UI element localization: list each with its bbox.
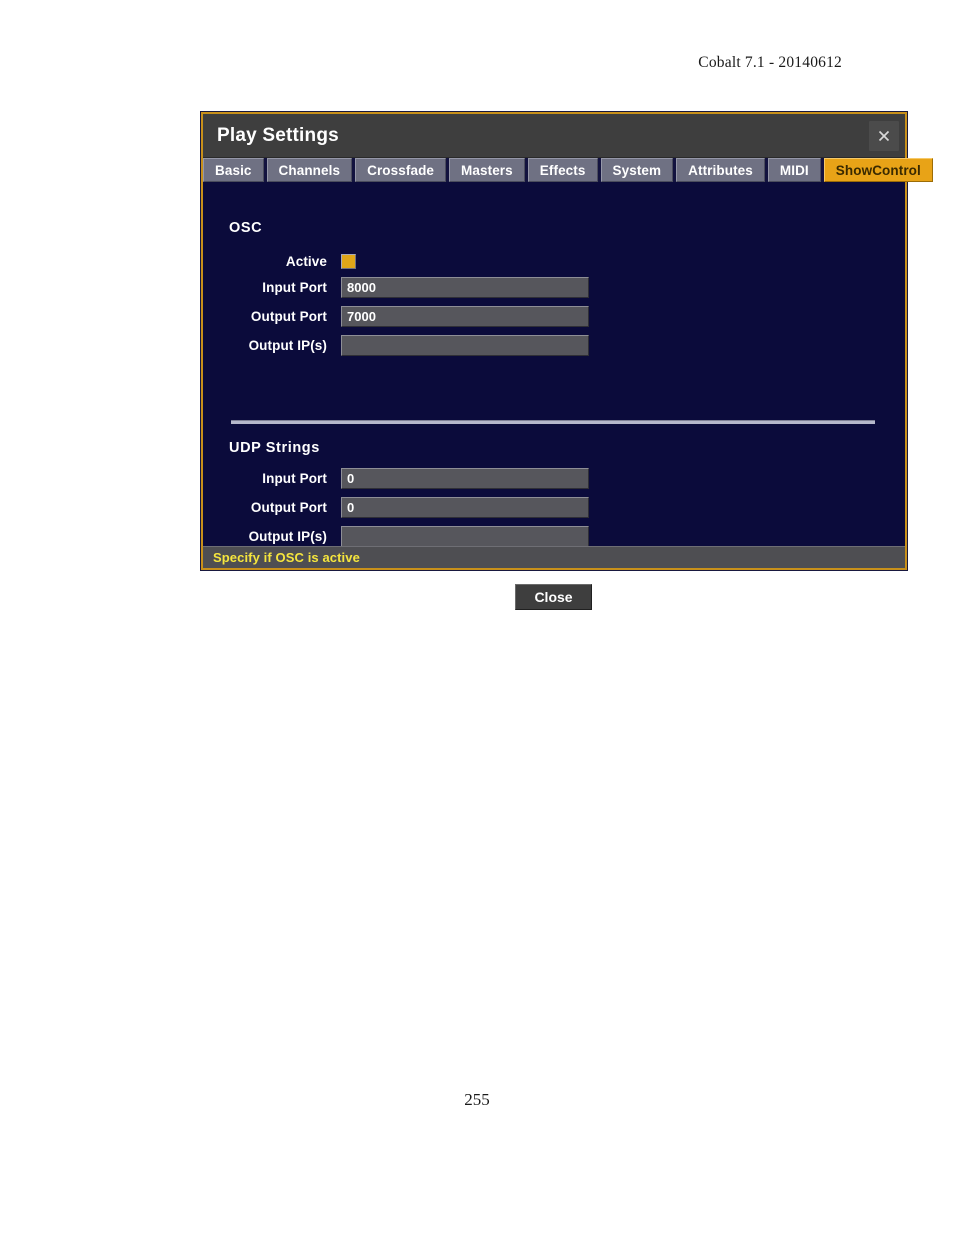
osc-output-ips-row: Output IP(s) xyxy=(213,334,589,356)
osc-section-title: OSC xyxy=(229,220,263,236)
osc-active-row: Active xyxy=(213,250,356,272)
osc-output-ips-input[interactable] xyxy=(341,334,589,356)
tab-basic[interactable]: Basic xyxy=(203,158,264,182)
page-number: 255 xyxy=(464,1090,490,1109)
udp-section-title: UDP Strings xyxy=(229,440,320,456)
tab-masters[interactable]: Masters xyxy=(449,158,525,182)
udp-output-ips-row: Output IP(s) xyxy=(213,525,589,547)
udp-output-port-label: Output Port xyxy=(250,499,327,515)
dialog-titlebar: Play Settings xyxy=(203,114,905,158)
osc-input-port-row: Input Port 8000 xyxy=(213,276,589,298)
status-bar: Specify if OSC is active xyxy=(203,546,905,568)
dialog-title: Play Settings xyxy=(217,124,339,146)
udp-input-port-row: Input Port 0 xyxy=(213,467,589,489)
osc-output-port-input[interactable]: 7000 xyxy=(341,305,589,327)
osc-input-port-label: Input Port xyxy=(262,279,327,295)
section-divider xyxy=(231,420,875,424)
tab-effects[interactable]: Effects xyxy=(527,158,598,182)
tab-strip: Basic Channels Crossfade Masters Effects… xyxy=(203,158,933,182)
tab-attributes[interactable]: Attributes xyxy=(676,158,765,182)
document-header: Cobalt 7.1 - 20140612 xyxy=(698,54,842,71)
osc-output-port-row: Output Port 7000 xyxy=(213,305,589,327)
osc-active-label: Active xyxy=(285,253,327,269)
udp-output-ips-label: Output IP(s) xyxy=(248,528,327,544)
tab-midi[interactable]: MIDI xyxy=(767,158,821,182)
close-x-icon[interactable] xyxy=(869,120,899,151)
tab-crossfade[interactable]: Crossfade xyxy=(355,158,447,182)
udp-output-ips-input[interactable] xyxy=(341,525,589,547)
status-bar-text: Specify if OSC is active xyxy=(213,550,360,565)
dialog-body: OSC Active Input Port 8000 Output Port 7… xyxy=(203,182,905,610)
tab-showcontrol[interactable]: ShowControl xyxy=(823,158,933,182)
osc-active-checkbox[interactable] xyxy=(341,253,356,269)
close-button[interactable]: Close xyxy=(515,584,592,610)
osc-output-ips-label: Output IP(s) xyxy=(248,337,327,353)
udp-input-port-label: Input Port xyxy=(262,470,327,486)
osc-input-port-input[interactable]: 8000 xyxy=(341,276,589,298)
osc-output-port-label: Output Port xyxy=(250,308,327,324)
udp-output-port-row: Output Port 0 xyxy=(213,496,589,518)
tab-channels[interactable]: Channels xyxy=(266,158,353,182)
udp-input-port-input[interactable]: 0 xyxy=(341,467,589,489)
play-settings-dialog: Play Settings Basic Channels Crossfade M… xyxy=(201,112,933,610)
udp-output-port-input[interactable]: 0 xyxy=(341,496,589,518)
tab-system[interactable]: System xyxy=(600,158,674,182)
